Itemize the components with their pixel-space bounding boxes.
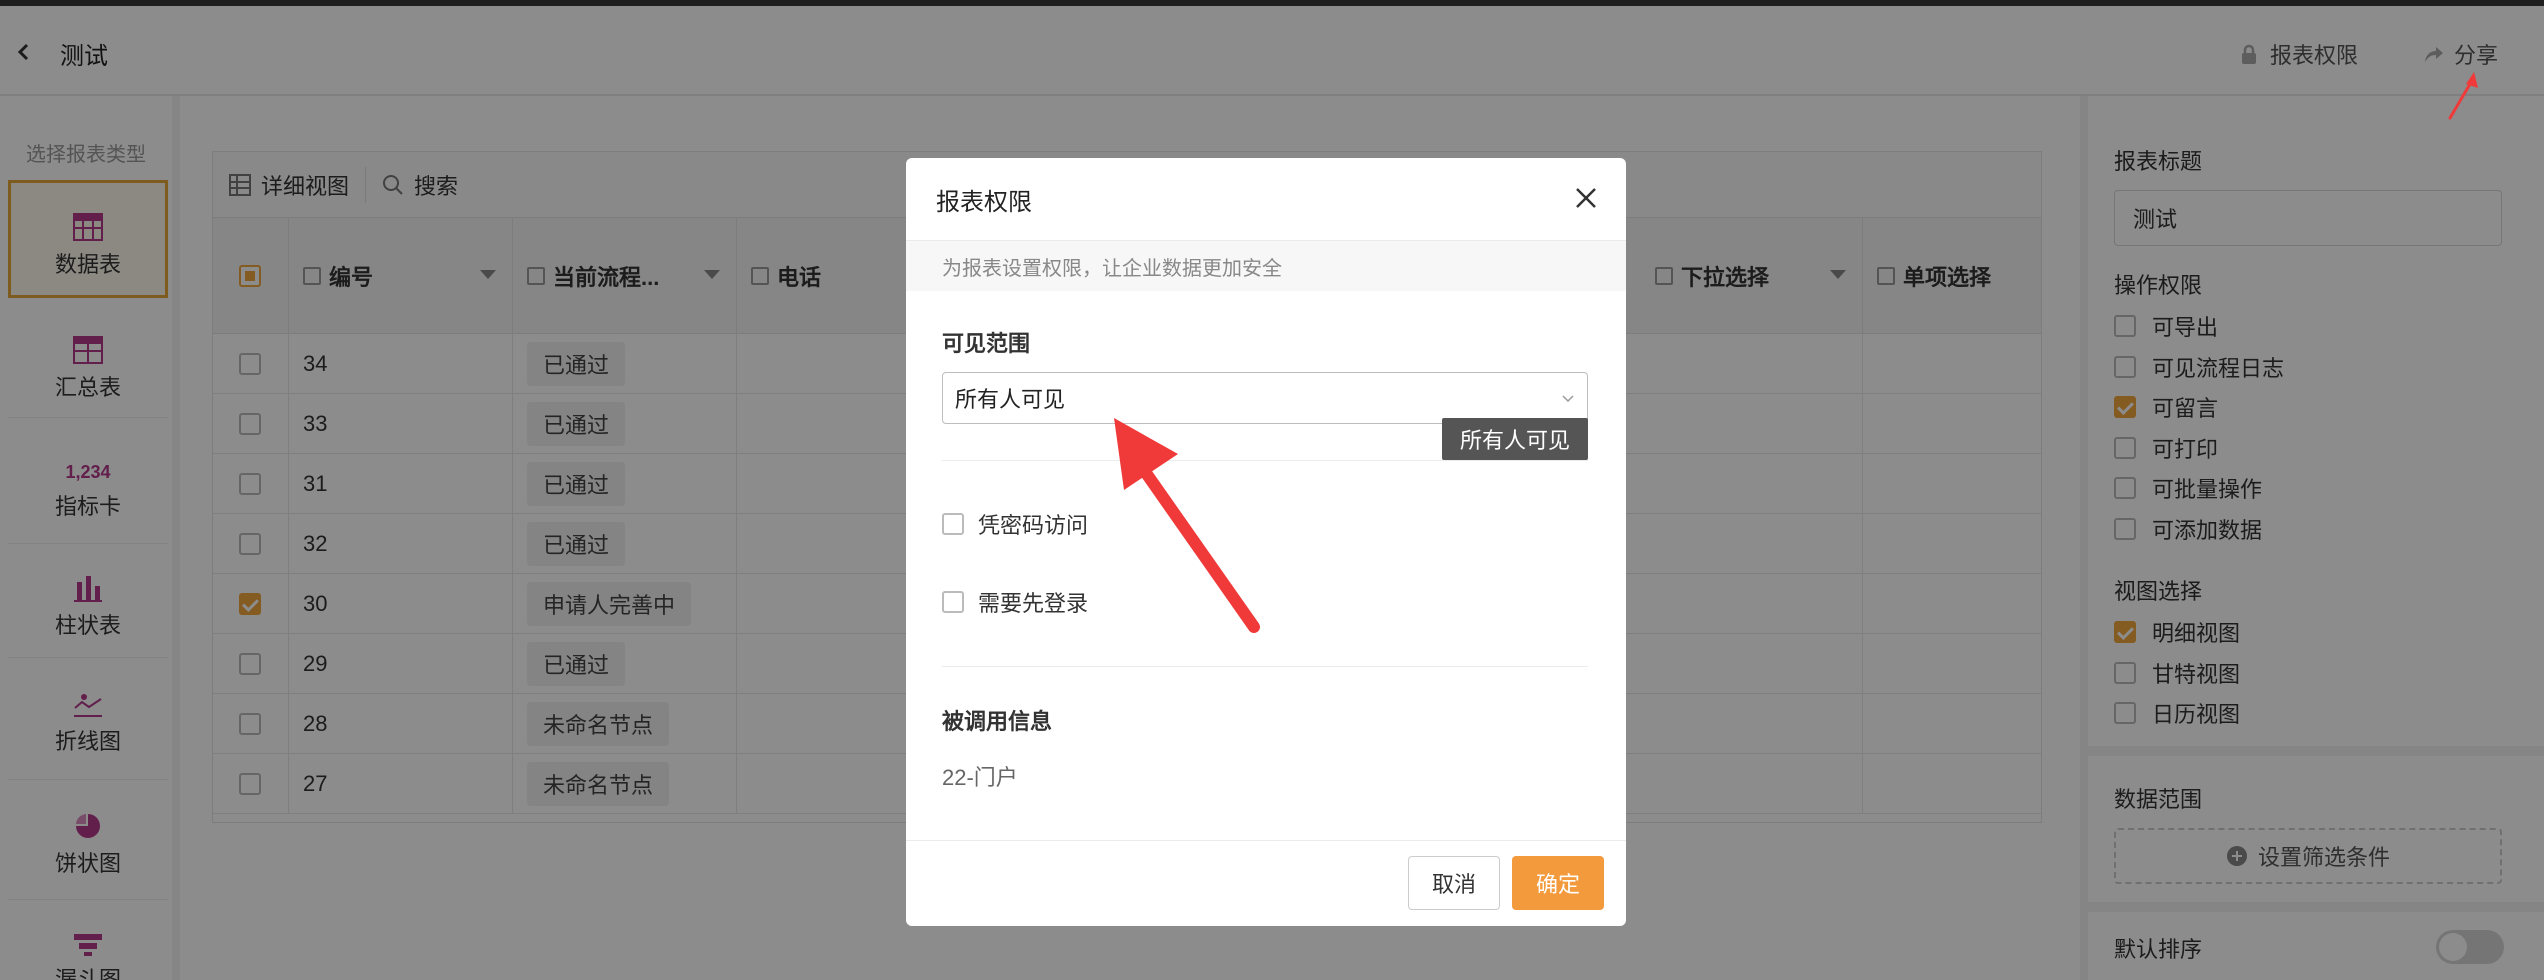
tooltip: 所有人可见 <box>1442 418 1588 460</box>
confirm-button[interactable]: 确定 <box>1512 856 1604 910</box>
dialog-divider <box>942 460 1588 461</box>
require-login-checkbox[interactable] <box>942 591 964 613</box>
called-info-value: 22-门户 <box>942 765 1018 790</box>
called-info-label: 被调用信息 <box>942 709 1053 734</box>
password-access-checkbox[interactable] <box>942 513 964 535</box>
dialog-footer-divider <box>906 840 1626 841</box>
chevron-down-icon <box>1562 395 1574 403</box>
dialog-subtitle: 为报表设置权限，让企业数据更加安全 <box>906 241 1626 291</box>
visible-range-value: 所有人可见 <box>955 387 1066 412</box>
cancel-button[interactable]: 取消 <box>1408 856 1500 910</box>
password-access-option[interactable]: 凭密码访问 <box>942 508 1088 540</box>
report-permission-dialog: 报表权限 为报表设置权限，让企业数据更加安全 可见范围 所有人可见 所有人可见 … <box>906 158 1626 926</box>
require-login-label: 需要先登录 <box>978 591 1089 616</box>
dialog-title: 报表权限 <box>936 189 1032 216</box>
password-access-label: 凭密码访问 <box>978 513 1089 538</box>
visible-range-select[interactable]: 所有人可见 <box>942 372 1588 424</box>
dialog-divider <box>942 666 1588 667</box>
close-icon[interactable] <box>1574 186 1598 210</box>
visible-range-label: 可见范围 <box>942 331 1031 356</box>
require-login-option[interactable]: 需要先登录 <box>942 586 1088 618</box>
